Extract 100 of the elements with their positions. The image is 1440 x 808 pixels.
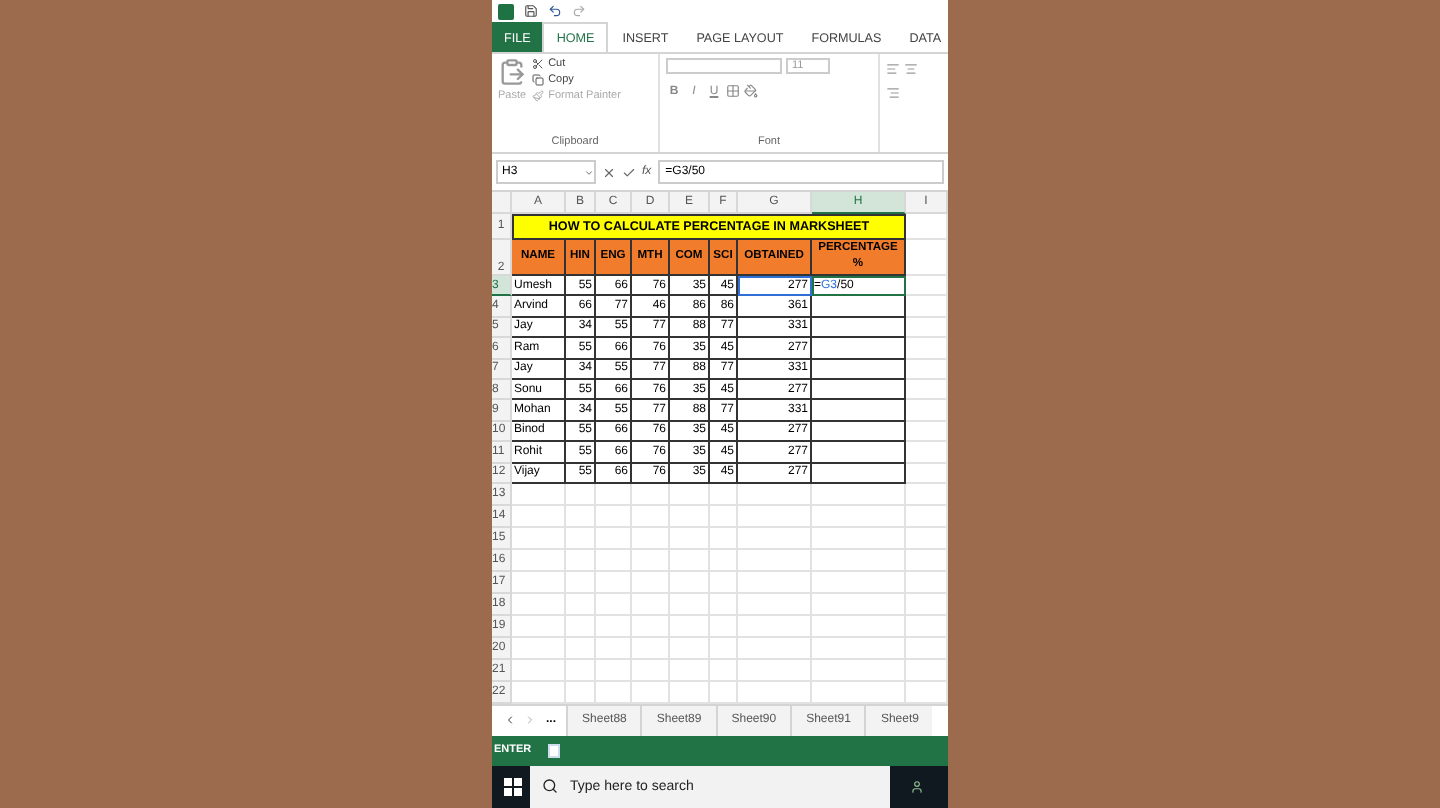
save-icon[interactable]: [524, 4, 538, 18]
empty-cell: [566, 659, 596, 682]
empty-cell: [710, 593, 738, 616]
font-name-field[interactable]: [666, 58, 782, 74]
empty-cell: [812, 317, 906, 339]
empty-cell: [632, 483, 670, 506]
scissors-icon[interactable]: [532, 58, 545, 70]
borders-icon[interactable]: [726, 84, 740, 98]
scroll-left-icon[interactable]: [504, 714, 516, 727]
empty-cell: [632, 505, 670, 528]
empty-cell: [812, 593, 906, 616]
empty-cell: [710, 549, 738, 572]
empty-cell: [812, 637, 906, 660]
empty-cell: [812, 442, 906, 464]
empty-cell: [812, 338, 906, 360]
paintbrush-icon[interactable]: [532, 90, 545, 102]
empty-cell: [812, 421, 906, 443]
empty-cell: [670, 527, 710, 550]
empty-cell: [596, 505, 632, 528]
windows-start-icon[interactable]: [504, 777, 522, 796]
empty-cell: [812, 659, 906, 682]
empty-cell: [596, 615, 632, 638]
empty-cell: [710, 681, 738, 704]
empty-cell: [738, 527, 812, 550]
empty-cell: [566, 615, 596, 638]
empty-cell: [812, 483, 906, 506]
empty-cell: [566, 505, 596, 528]
redo-icon[interactable]: [572, 4, 586, 18]
empty-cell: [596, 637, 632, 660]
empty-cell: [738, 681, 812, 704]
empty-cell: [710, 615, 738, 638]
empty-cell: [812, 400, 906, 422]
empty-cell: [738, 637, 812, 660]
empty-cell: [596, 593, 632, 616]
empty-cell: [812, 505, 906, 528]
empty-cell: [670, 549, 710, 572]
search-icon: [542, 778, 558, 795]
align-right-icon[interactable]: [886, 86, 900, 100]
align-left-icon[interactable]: [886, 62, 900, 76]
empty-cell: [710, 571, 738, 594]
empty-cell: [632, 615, 670, 638]
empty-cell: [812, 549, 906, 572]
empty-cell: [596, 659, 632, 682]
empty-cell: [596, 527, 632, 550]
empty-cell: [670, 483, 710, 506]
empty-cell: [632, 637, 670, 660]
empty-cell: [670, 637, 710, 660]
undo-icon[interactable]: [548, 4, 562, 18]
empty-cell: [566, 571, 596, 594]
empty-cell: [738, 615, 812, 638]
empty-cell: [738, 593, 812, 616]
empty-cell: [632, 681, 670, 704]
empty-cell: [632, 549, 670, 572]
empty-cell: [566, 637, 596, 660]
macro-record-icon[interactable]: [547, 743, 560, 758]
empty-cell: [812, 681, 906, 704]
empty-cell: [596, 681, 632, 704]
excel-logo-icon: [498, 3, 514, 19]
empty-cell: [710, 505, 738, 528]
fill-bucket-icon[interactable]: [744, 84, 758, 98]
empty-cell: [812, 379, 906, 401]
empty-cell: [596, 483, 632, 506]
empty-cell: [670, 615, 710, 638]
empty-cell: [710, 527, 738, 550]
empty-cell: [566, 593, 596, 616]
empty-cell: [812, 296, 906, 318]
empty-cell: [812, 527, 906, 550]
empty-cell: [670, 571, 710, 594]
empty-cell: [566, 483, 596, 506]
enter-icon[interactable]: [622, 165, 636, 179]
empty-cell: [812, 571, 906, 594]
empty-cell: [632, 571, 670, 594]
empty-cell: [710, 659, 738, 682]
empty-cell: [812, 463, 906, 484]
person-icon[interactable]: [910, 779, 924, 794]
empty-cell: [738, 549, 812, 572]
align-center-icon[interactable]: [904, 62, 918, 76]
empty-cell: [566, 527, 596, 550]
empty-cell: [670, 659, 710, 682]
empty-cell: [566, 549, 596, 572]
empty-cell: [738, 483, 812, 506]
scroll-right-icon[interactable]: [524, 714, 536, 727]
cancel-icon[interactable]: [602, 165, 616, 179]
copy-icon[interactable]: [532, 74, 545, 86]
empty-cell: [738, 571, 812, 594]
empty-cell: [738, 659, 812, 682]
empty-cell: [670, 505, 710, 528]
empty-cell: [632, 527, 670, 550]
empty-cell: [566, 681, 596, 704]
empty-cell: [812, 615, 906, 638]
empty-cell: [670, 593, 710, 616]
empty-cell: [710, 483, 738, 506]
empty-cell: [710, 637, 738, 660]
empty-cell: [738, 505, 812, 528]
empty-cell: [632, 593, 670, 616]
empty-cell: [632, 659, 670, 682]
empty-cell: [596, 549, 632, 572]
empty-cell: [812, 359, 906, 380]
empty-cell: [596, 571, 632, 594]
empty-cell: [670, 681, 710, 704]
